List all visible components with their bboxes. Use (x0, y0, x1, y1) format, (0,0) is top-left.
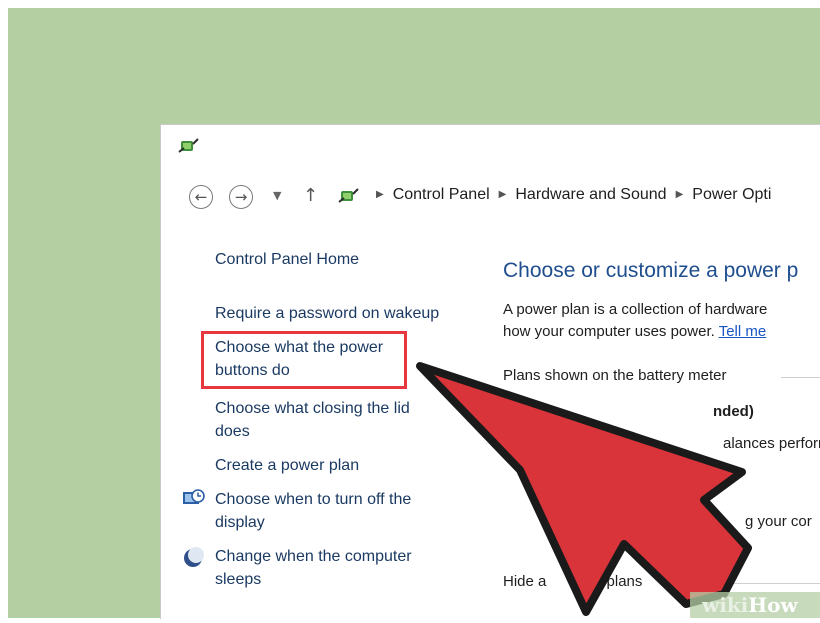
red-arrow-pointer (416, 362, 752, 616)
watermark-wiki: wiki (702, 593, 749, 617)
watermark-how: How (748, 593, 798, 617)
watermark: wikiHow (702, 593, 798, 617)
